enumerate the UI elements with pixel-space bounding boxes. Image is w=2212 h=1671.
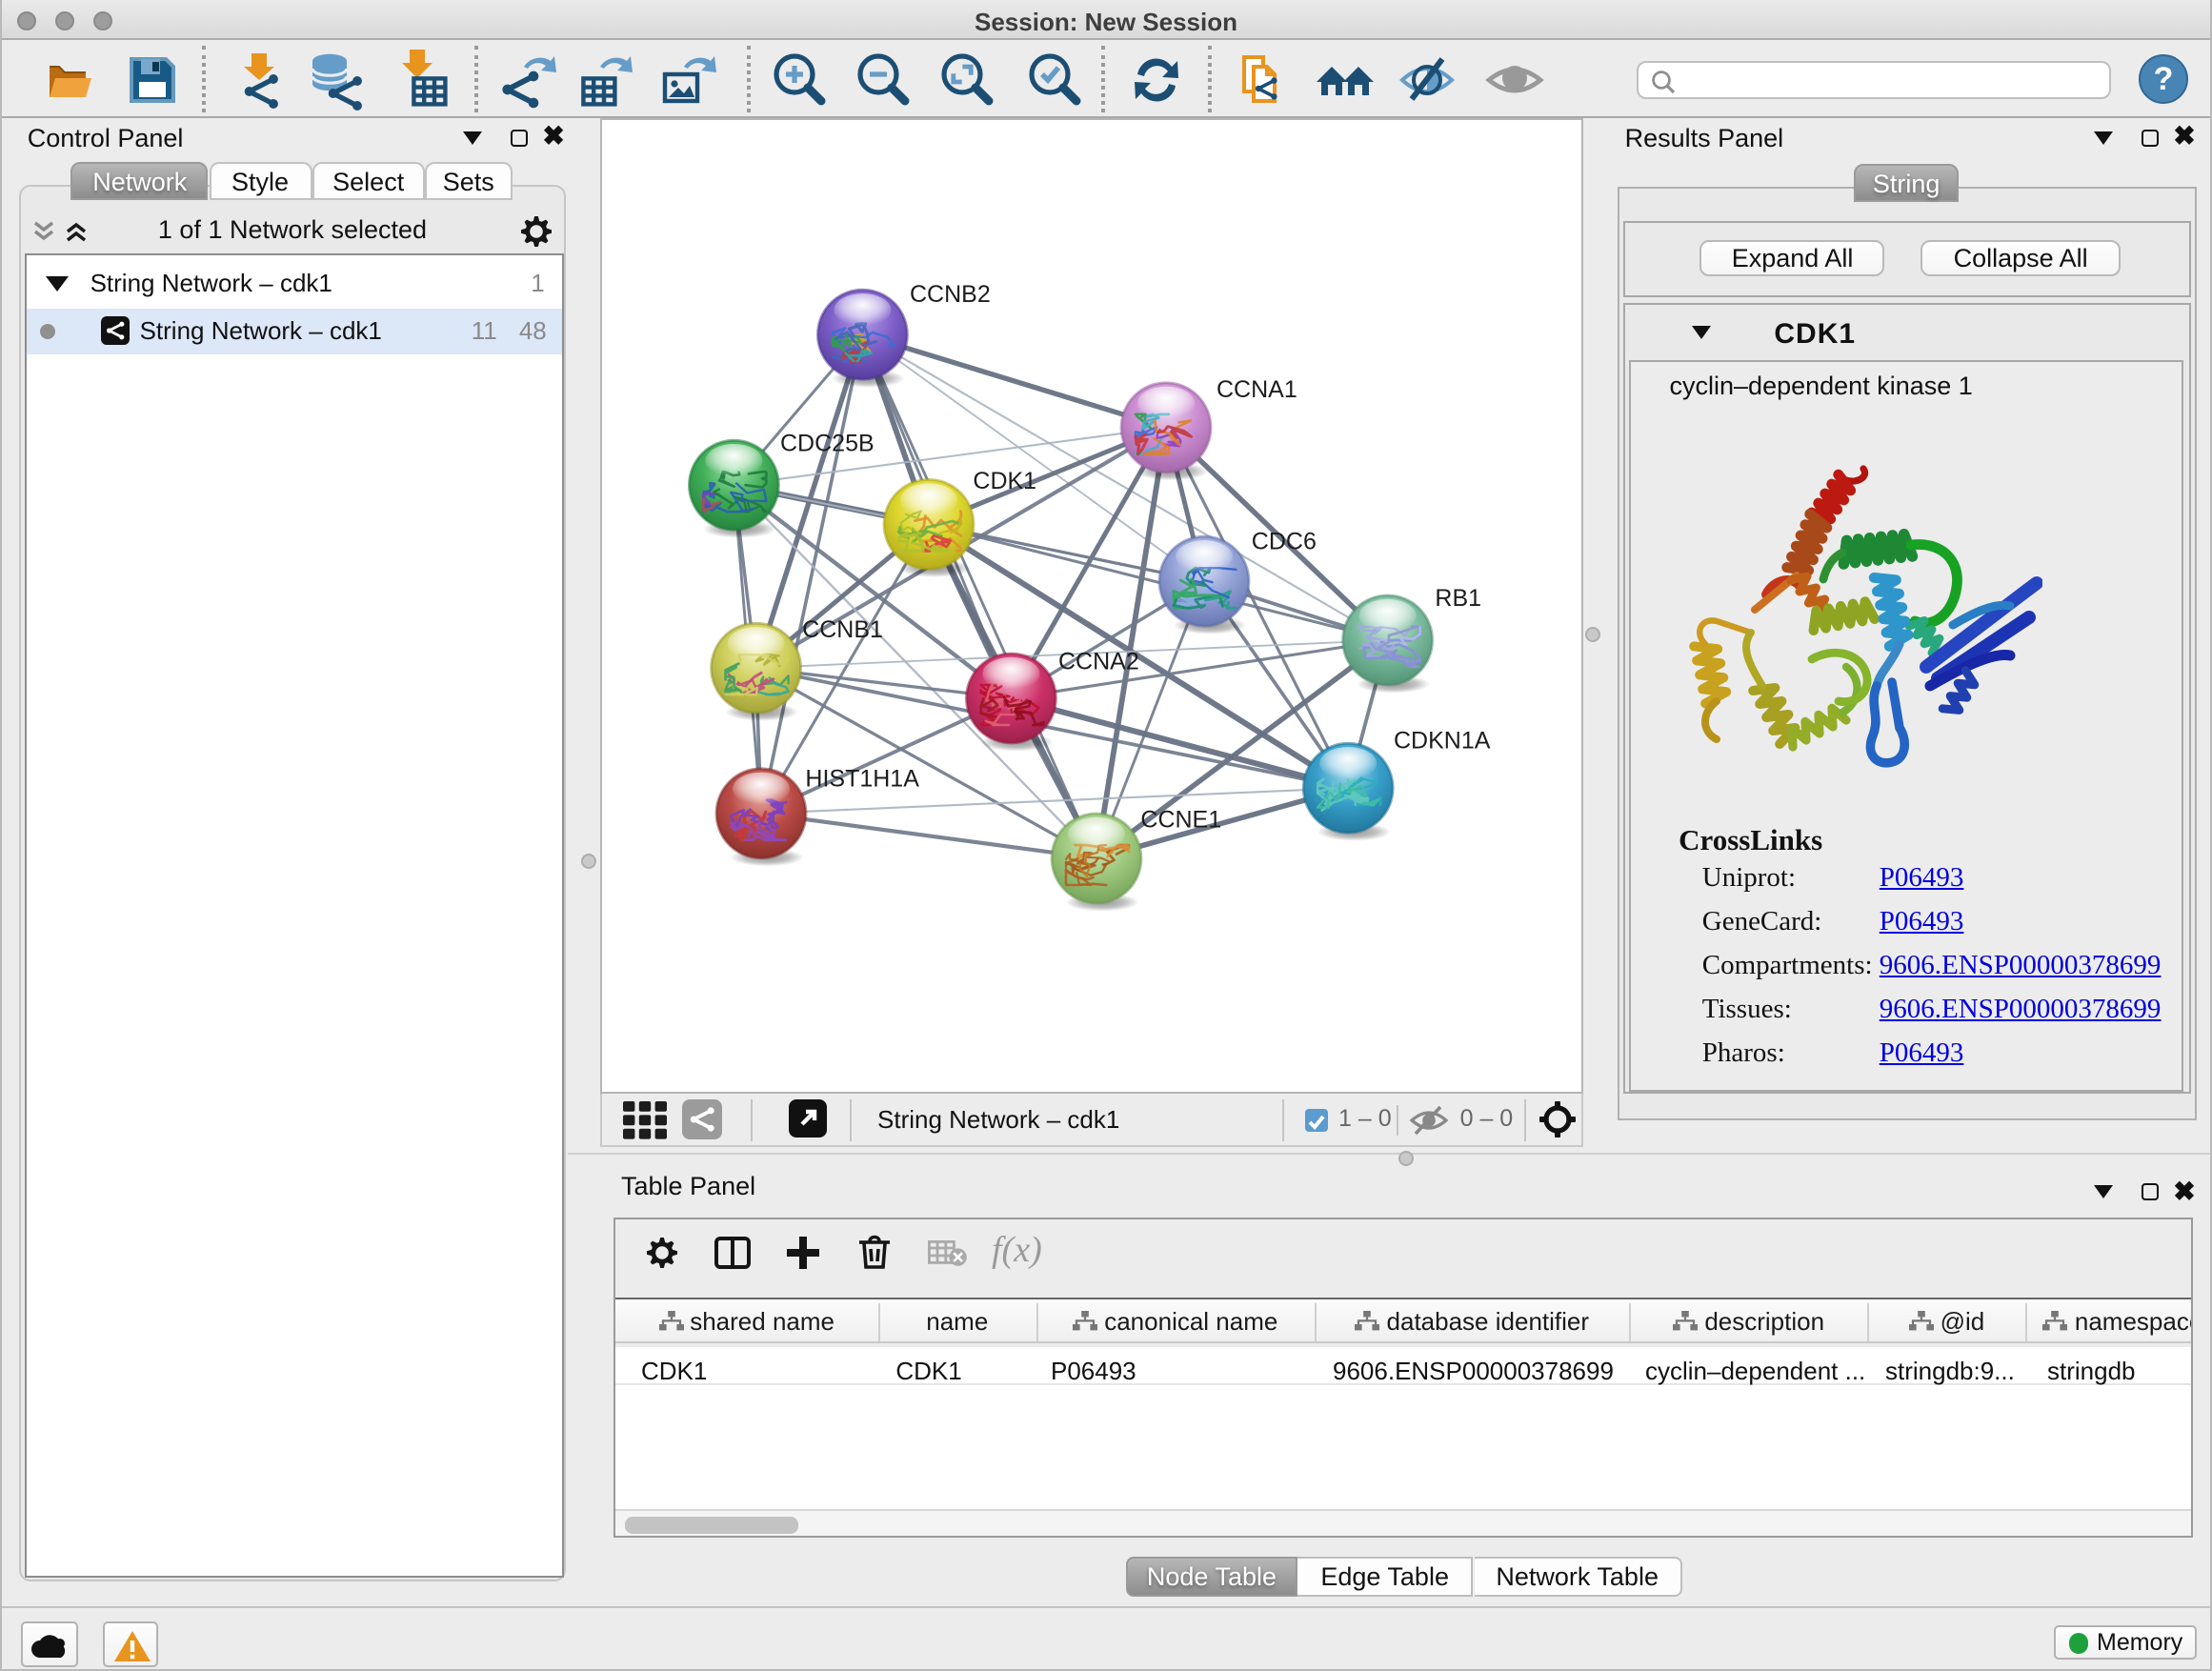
svg-text:CCNA2: CCNA2	[1057, 648, 1138, 674]
svg-text:CCNE1: CCNE1	[1139, 806, 1220, 833]
svg-text:CCNA1: CCNA1	[1216, 376, 1297, 403]
svg-text:?: ?	[2154, 61, 2174, 97]
svg-text:CDC25B: CDC25B	[779, 430, 874, 456]
svg-text:CDK1: CDK1	[972, 468, 1036, 494]
svg-text:CCNB2: CCNB2	[909, 281, 990, 308]
svg-text:RB1: RB1	[1434, 585, 1480, 612]
svg-text:CDKN1A: CDKN1A	[1393, 728, 1490, 755]
svg-text:CDC6: CDC6	[1251, 528, 1316, 554]
svg-text:HIST1H1A: HIST1H1A	[804, 765, 918, 792]
svg-text:CCNB1: CCNB1	[801, 616, 882, 643]
